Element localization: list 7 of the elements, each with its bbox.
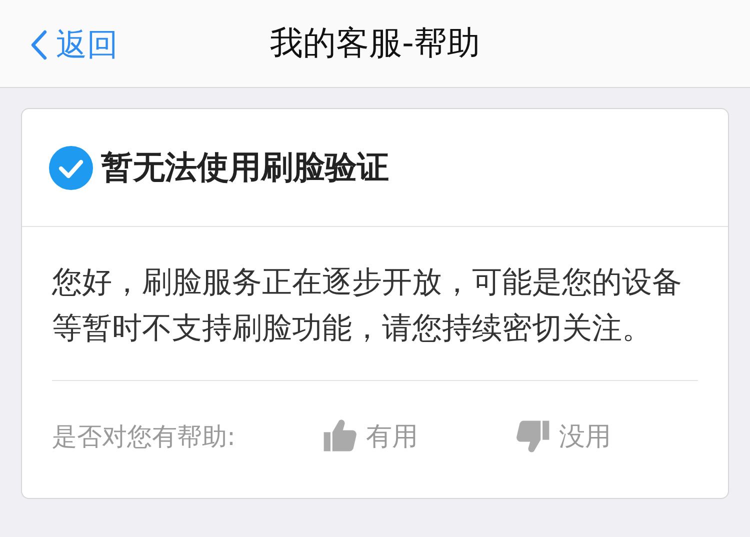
answer-text: 您好，刷脸服务正在逐步开放，可能是您的设备等暂时不支持刷脸功能，请您持续密切关注。	[52, 264, 683, 348]
helpful-button[interactable]: 有用	[320, 416, 418, 456]
feedback-prompt: 是否对您有帮助:	[52, 420, 236, 452]
page-title: 我的客服-帮助	[270, 22, 480, 64]
card-title: 暂无法使用刷脸验证	[101, 146, 389, 188]
not-helpful-button[interactable]: 没用	[513, 416, 611, 456]
back-button[interactable]: 返回	[30, 24, 118, 66]
